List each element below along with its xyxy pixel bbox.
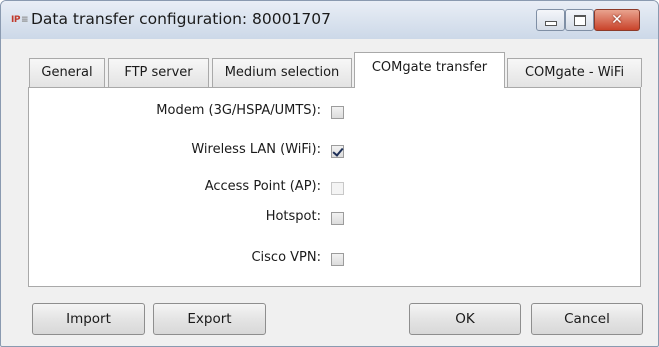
modem-label: Modem (3G/HSPA/UMTS): [156, 103, 321, 118]
hotspot-label: Hotspot: [265, 209, 321, 224]
tab-comgate-transfer[interactable]: COMgate transfer [354, 52, 505, 88]
title-bar[interactable]: IP≡ Data transfer configuration: 8000170… [1, 1, 658, 39]
dialog-window: IP≡ Data transfer configuration: 8000170… [0, 0, 659, 347]
minimize-icon [545, 21, 557, 26]
option-row-access-point: Access Point (AP): [29, 179, 321, 197]
option-row-hotspot: Hotspot: [29, 209, 321, 227]
cisco-vpn-label: Cisco VPN: [251, 250, 321, 265]
access-point-checkbox[interactable] [331, 182, 344, 195]
hotspot-checkbox[interactable] [331, 212, 344, 225]
tab-medium-selection[interactable]: Medium selection [212, 58, 352, 87]
ok-button[interactable]: OK [409, 303, 521, 335]
export-button[interactable]: Export [153, 303, 266, 335]
cisco-vpn-checkbox[interactable] [331, 253, 344, 266]
access-point-label: Access Point (AP): [204, 179, 321, 194]
minimize-button[interactable] [536, 9, 565, 31]
cancel-button[interactable]: Cancel [531, 303, 643, 335]
wifi-label: Wireless LAN (WiFi): [191, 142, 321, 157]
maximize-icon [574, 15, 586, 26]
modem-checkbox[interactable] [331, 106, 344, 119]
wifi-checkbox[interactable] [331, 145, 344, 158]
maximize-button[interactable] [565, 9, 594, 31]
window-title: Data transfer configuration: 80001707 [31, 10, 331, 28]
app-icon-text: IP [11, 15, 20, 25]
import-button[interactable]: Import [32, 303, 145, 335]
tab-ftp-server[interactable]: FTP server [108, 58, 209, 87]
option-row-cisco-vpn: Cisco VPN: [29, 250, 321, 268]
comgate-transfer-panel: Modem (3G/HSPA/UMTS): Wireless LAN (WiFi… [28, 87, 641, 287]
app-icon: IP≡ [11, 15, 29, 25]
tab-comgate-wifi[interactable]: COMgate - WiFi [507, 58, 642, 87]
tab-general[interactable]: General [29, 58, 105, 87]
close-icon: ✕ [611, 12, 623, 28]
option-row-modem: Modem (3G/HSPA/UMTS): [29, 103, 321, 121]
close-button[interactable]: ✕ [594, 9, 640, 31]
option-row-wifi: Wireless LAN (WiFi): [29, 142, 321, 160]
